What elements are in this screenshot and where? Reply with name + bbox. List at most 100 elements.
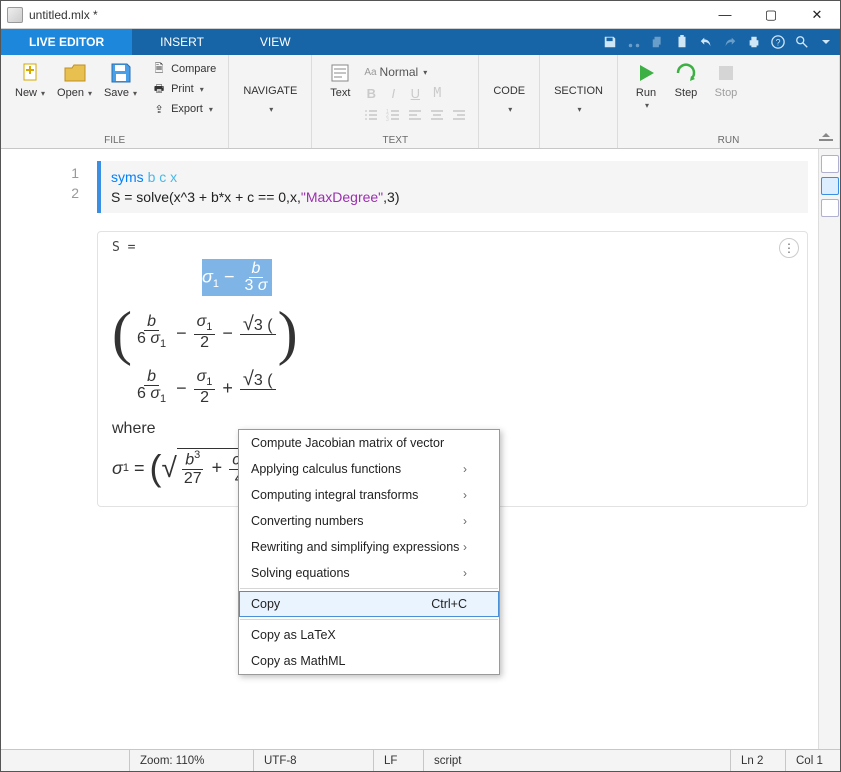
align-center-button[interactable] (426, 105, 448, 125)
cm-copy-shortcut: Ctrl+C (431, 597, 467, 611)
new-icon (18, 61, 42, 85)
cm-separator (240, 588, 498, 589)
cm-copy-mathml[interactable]: Copy as MathML (239, 648, 499, 674)
tab-view[interactable]: VIEW (232, 29, 319, 55)
save-button[interactable]: Save▾ (98, 59, 143, 99)
ribbon-group-run-label: RUN (626, 135, 831, 148)
output-inline-button[interactable] (821, 177, 839, 195)
output-variable-label: S = (112, 240, 793, 255)
cm-solving-submenu[interactable]: Solving equations (239, 560, 499, 586)
status-column: Col 1 (785, 750, 840, 771)
chevron-down-icon: ▾ (200, 85, 204, 94)
ribbon-group-navigate: NAVIGATE ▾ (229, 55, 312, 148)
ribbon-group-code: CODE ▾ (479, 55, 540, 148)
ribbon-group-file-label: FILE (9, 135, 220, 148)
tab-live-editor[interactable]: LIVE EDITOR (1, 29, 132, 55)
ribbon-group-text-label: TEXT (320, 135, 470, 148)
bullet-list-button[interactable] (360, 105, 382, 125)
cm-rewriting-submenu[interactable]: Rewriting and simplifying expressions (239, 534, 499, 560)
section-label: SECTION (554, 85, 603, 97)
step-button[interactable]: Step (666, 59, 706, 99)
code-dropdown[interactable]: CODE ▾ (487, 59, 531, 114)
code-text: S = solve(x^3 + b*x + c == 0,x, (111, 189, 301, 205)
maximize-button[interactable]: ▢ (748, 1, 794, 29)
math-selection[interactable]: σ1 − b3 σ (202, 259, 273, 296)
redo-icon[interactable] (720, 32, 740, 52)
print-button[interactable]: 🖶Print▾ (147, 79, 220, 99)
window-title: untitled.mlx * (29, 8, 702, 22)
numbered-list-button[interactable]: 123 (382, 105, 404, 125)
cut-icon[interactable] (624, 32, 644, 52)
titlebar: untitled.mlx * — ▢ ✕ (1, 1, 840, 29)
chevron-down-icon: ▾ (645, 101, 649, 110)
ribbon-group-section: SECTION ▾ (540, 55, 618, 148)
output-right-button[interactable] (821, 155, 839, 173)
window-buttons: — ▢ ✕ (702, 1, 840, 29)
search-icon[interactable] (792, 32, 812, 52)
output-only-button[interactable] (821, 199, 839, 217)
context-menu: Compute Jacobian matrix of vector Applyi… (238, 429, 500, 675)
align-left-button[interactable] (404, 105, 426, 125)
status-encoding[interactable]: UTF-8 (253, 750, 373, 771)
output-menu-button[interactable]: ⋮ (779, 238, 799, 258)
run-icon (634, 61, 658, 85)
code-block[interactable]: syms b c x S = solve(x^3 + b*x + c == 0,… (97, 161, 808, 213)
quick-access-toolbar: ? (600, 29, 836, 55)
new-button[interactable]: New▾ (9, 59, 51, 99)
undo-icon[interactable] (696, 32, 716, 52)
chevron-down-icon: ▾ (578, 105, 582, 114)
run-button[interactable]: Run ▾ (626, 59, 666, 110)
ribbon-group-run: Run ▾ Step Stop RUN (618, 55, 840, 148)
code-keyword: syms (111, 169, 144, 185)
cm-copy[interactable]: CopyCtrl+C (239, 591, 499, 617)
cm-converting-numbers-submenu[interactable]: Converting numbers (239, 508, 499, 534)
cm-integral-transforms-submenu[interactable]: Computing integral transforms (239, 482, 499, 508)
print-qat-icon[interactable] (744, 32, 764, 52)
qat-menu-caret[interactable] (816, 32, 836, 52)
cm-copy-latex[interactable]: Copy as LaTeX (239, 622, 499, 648)
bold-button[interactable]: B (360, 83, 382, 103)
svg-text:3: 3 (386, 117, 389, 122)
code-pane[interactable]: syms b c x S = solve(x^3 + b*x + c == 0,… (87, 149, 818, 749)
underline-button[interactable]: U (404, 83, 426, 103)
copy-icon[interactable] (648, 32, 668, 52)
minimize-button[interactable]: — (702, 1, 748, 29)
ribbon-collapse-button[interactable] (816, 130, 836, 144)
status-file-type[interactable]: script (423, 750, 730, 771)
chevron-down-icon: ▾ (88, 89, 92, 98)
step-icon (674, 61, 698, 85)
status-zoom[interactable]: Zoom: 110% (129, 750, 253, 771)
paragraph-format-row: 123 (360, 105, 470, 125)
save-icon[interactable] (600, 32, 620, 52)
align-right-button[interactable] (448, 105, 470, 125)
tab-insert[interactable]: INSERT (132, 29, 232, 55)
editor-area: 1 2 syms b c x S = solve(x^3 + b*x + c =… (1, 149, 840, 749)
open-button[interactable]: Open ▾ (51, 59, 98, 99)
math-output-matrix[interactable]: ( σ1 − b3 σ b6 σ1 − σ (112, 259, 793, 406)
section-dropdown[interactable]: SECTION ▾ (548, 59, 609, 114)
chevron-down-icon: ▾ (209, 105, 213, 114)
compare-button[interactable]: 🗎Compare (147, 59, 220, 79)
monospace-button[interactable]: M (426, 83, 448, 103)
text-button[interactable]: Text (320, 59, 360, 99)
stop-button[interactable]: Stop (706, 59, 746, 99)
cm-compute-jacobian[interactable]: Compute Jacobian matrix of vector (239, 430, 499, 456)
status-line-endings[interactable]: LF (373, 750, 423, 771)
open-icon (63, 61, 87, 85)
text-style-selector[interactable]: Aa Normal ▾ (360, 63, 431, 81)
cm-calculus-submenu[interactable]: Applying calculus functions (239, 456, 499, 482)
app-icon (7, 7, 23, 23)
navigate-dropdown[interactable]: NAVIGATE ▾ (237, 59, 303, 114)
italic-button[interactable]: I (382, 83, 404, 103)
help-icon[interactable]: ? (768, 32, 788, 52)
close-button[interactable]: ✕ (794, 1, 840, 29)
navigate-label: NAVIGATE (243, 85, 297, 97)
code-text: ,3) (383, 189, 399, 205)
chevron-down-icon: ▾ (133, 89, 137, 98)
matlab-live-editor-window: untitled.mlx * — ▢ ✕ LIVE EDITOR INSERT … (0, 0, 841, 772)
export-button[interactable]: ⇪Export▾ (147, 99, 220, 119)
save-icon (109, 61, 133, 85)
stop-icon (714, 61, 738, 85)
open-label: Open (57, 87, 84, 99)
paste-icon[interactable] (672, 32, 692, 52)
